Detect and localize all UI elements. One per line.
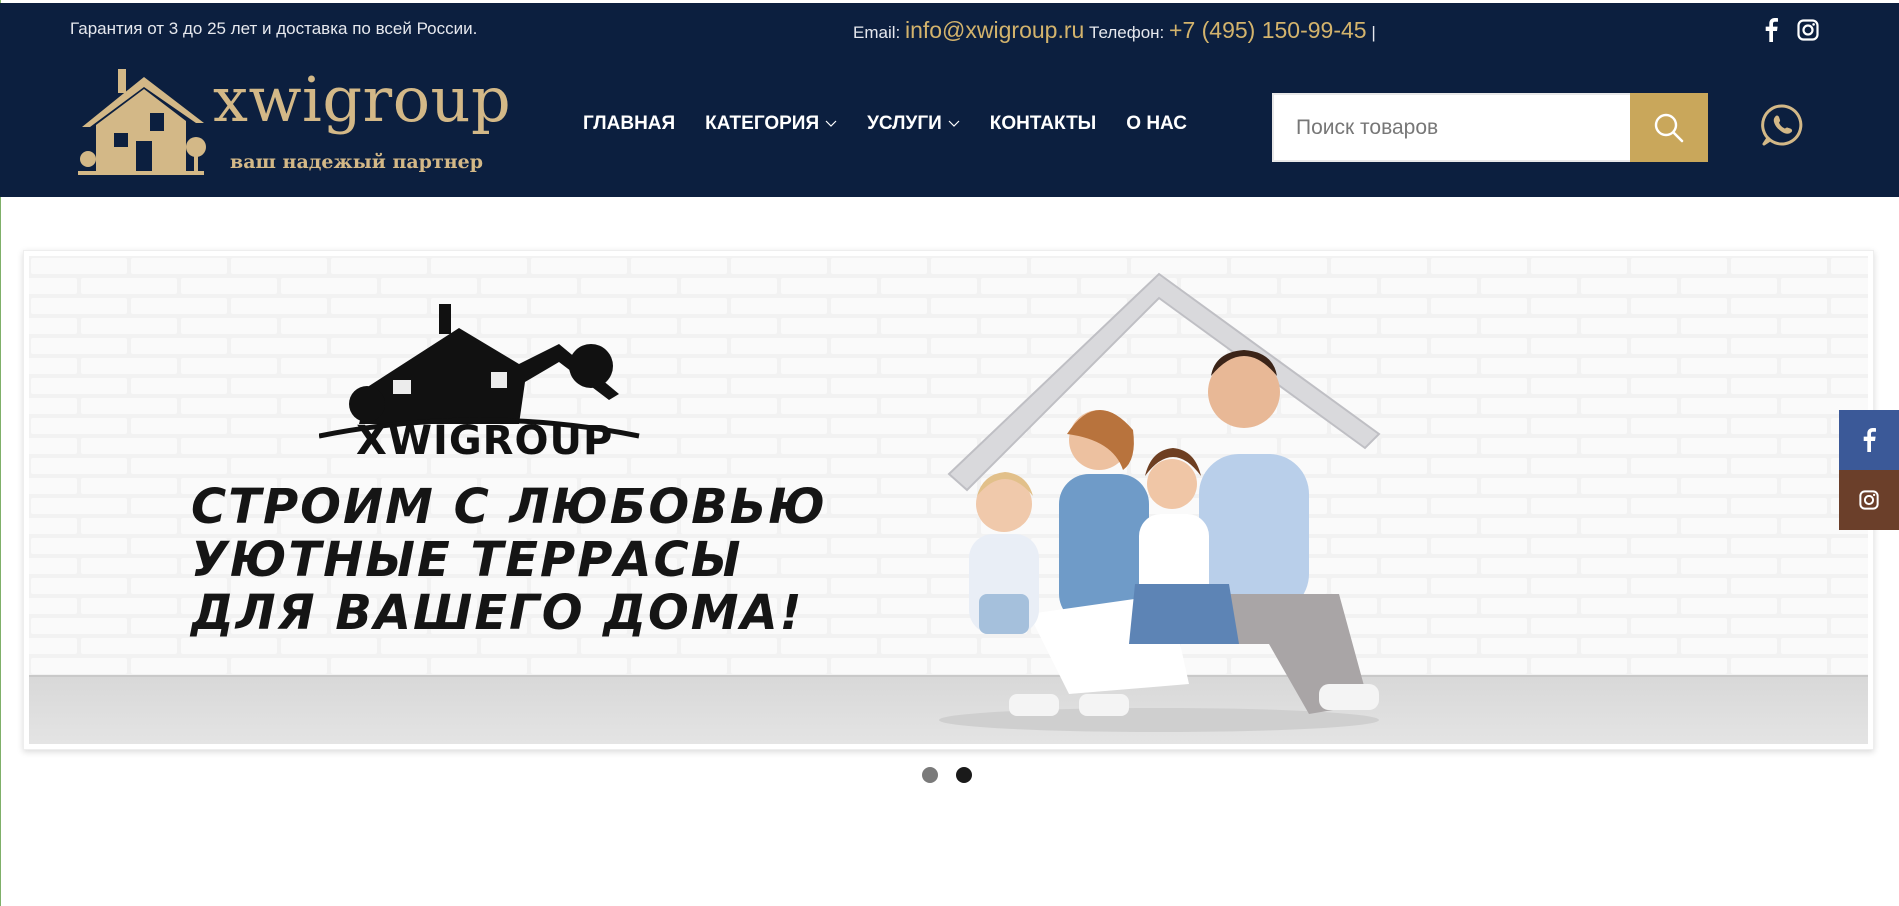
nav-item-category[interactable]: КАТЕГОРИЯ <box>705 113 837 135</box>
nav-label: ГЛАВНАЯ <box>583 113 676 134</box>
slider-dot-2[interactable] <box>956 767 972 783</box>
instagram-icon[interactable] <box>1795 17 1821 43</box>
site-logo[interactable]: xwigroup ваш надежый партнер <box>78 63 511 185</box>
side-facebook-button[interactable] <box>1839 410 1899 470</box>
contact-separator: | <box>1371 23 1376 42</box>
nav-item-home[interactable]: ГЛАВНАЯ <box>583 113 675 135</box>
contact-info: Email: info@xwigroup.ru Телефон: +7 (495… <box>853 17 1376 44</box>
hero-slide[interactable]: XWIGROUP СТРОИМ С ЛЮБОВЬЮ УЮТНЫЕ ТЕРРАСЫ… <box>29 256 1868 744</box>
headline-line: ДЛЯ ВАШЕГО ДОМА! <box>191 585 804 641</box>
main-navigation: ГЛАВНАЯ КАТЕГОРИЯ УСЛУГИ КОНТАКТЫ О НАС <box>583 113 1217 135</box>
nav-label: КАТЕГОРИЯ <box>705 113 820 134</box>
facebook-icon <box>1863 428 1876 452</box>
nav-item-services[interactable]: УСЛУГИ <box>867 113 960 135</box>
nav-label: УСЛУГИ <box>867 113 942 134</box>
email-label: Email: <box>853 23 901 42</box>
chevron-down-icon <box>825 120 837 128</box>
search-input[interactable] <box>1274 95 1630 160</box>
search-box <box>1272 93 1708 162</box>
slider-pagination <box>922 767 972 783</box>
site-header: Гарантия от 3 до 25 лет и доставка по вс… <box>0 3 1899 197</box>
house-logo-icon <box>78 69 206 175</box>
search-button[interactable] <box>1630 93 1708 162</box>
instagram-icon <box>1859 490 1879 510</box>
family-photo <box>939 272 1381 732</box>
guarantee-text: Гарантия от 3 до 25 лет и доставка по вс… <box>70 19 478 38</box>
nav-item-about[interactable]: О НАС <box>1126 113 1187 135</box>
facebook-icon[interactable] <box>1758 17 1784 43</box>
chevron-down-icon <box>948 120 960 128</box>
headline-line: СТРОИМ С ЛЮБОВЬЮ <box>191 479 827 535</box>
email-link[interactable]: info@xwigroup.ru <box>905 17 1084 43</box>
nav-item-contacts[interactable]: КОНТАКТЫ <box>990 113 1097 135</box>
slide-headline: СТРОИМ С ЛЮБОВЬЮ УЮТНЫЕ ТЕРРАСЫ ДЛЯ ВАШЕ… <box>191 481 827 640</box>
nav-label: КОНТАКТЫ <box>989 113 1097 134</box>
phone-label: Телефон: <box>1089 23 1165 42</box>
search-icon <box>1654 113 1684 142</box>
phone-link[interactable]: +7 (495) 150-99-45 <box>1169 17 1367 43</box>
whatsapp-icon[interactable] <box>1760 103 1804 147</box>
slider-dot-1[interactable] <box>922 767 938 783</box>
logo-wordmark: xwigroup <box>213 63 512 136</box>
headline-line: УЮТНЫЕ ТЕРРАСЫ <box>191 532 743 588</box>
nav-label: О НАС <box>1126 113 1188 134</box>
logo-tagline: ваш надежый партнер <box>230 151 484 173</box>
hero-slider: XWIGROUP СТРОИМ С ЛЮБОВЬЮ УЮТНЫЕ ТЕРРАСЫ… <box>23 250 1874 750</box>
side-instagram-button[interactable] <box>1839 470 1899 530</box>
slide-brand-name: XWIGROUP <box>356 418 614 464</box>
